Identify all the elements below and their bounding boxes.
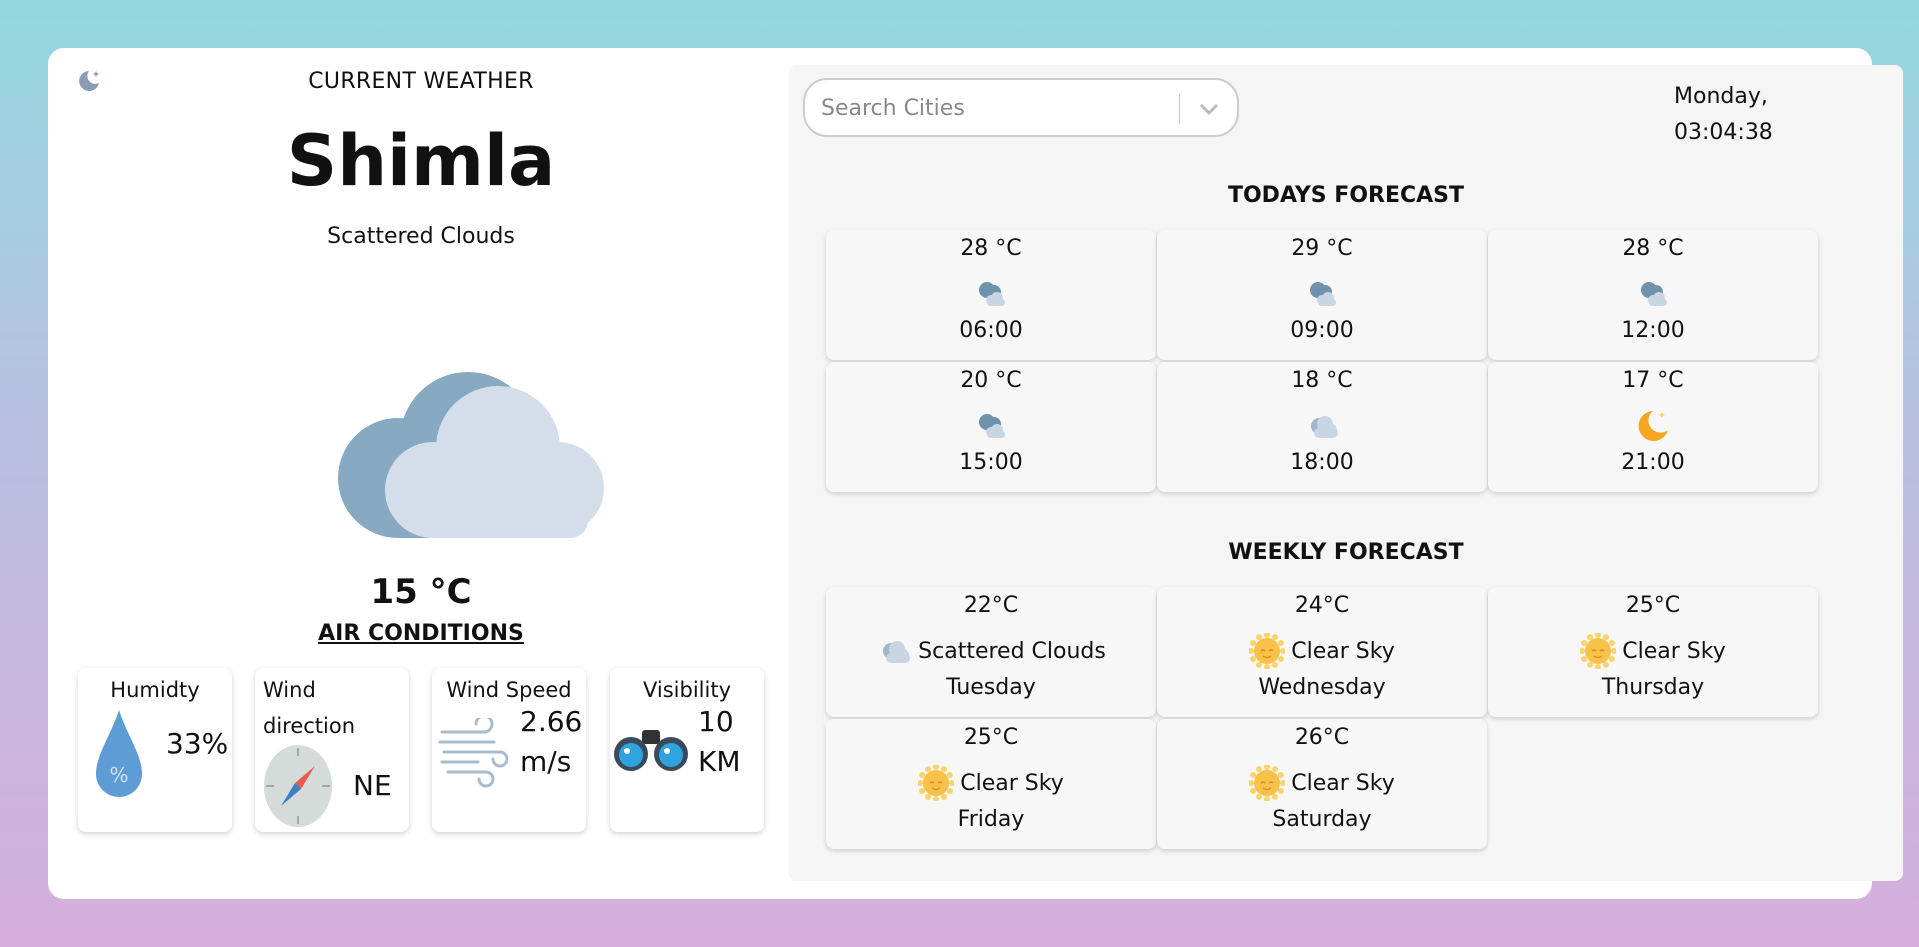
humidity-label: Humidty — [110, 678, 200, 702]
forecast-day: Thursday — [1601, 675, 1705, 700]
forecast-time: 06:00 — [959, 318, 1023, 343]
sun-icon — [1249, 765, 1286, 801]
forecast-day: Wednesday — [1258, 675, 1386, 700]
svg-text:%: % — [109, 763, 128, 787]
forecast-time: 09:00 — [1290, 318, 1354, 343]
cloud-icon — [876, 633, 912, 669]
forecast-panel: Monday, 03:04:38 TODAYS FORECAST 28 °C 06… — [789, 65, 1903, 881]
wind-direction-value: NE — [353, 769, 392, 802]
sun-icon — [1580, 633, 1617, 669]
todays-forecast-title: TODAYS FORECAST — [1227, 183, 1465, 208]
cloud-rain-icon — [1635, 276, 1671, 312]
forecast-condition: Scattered Clouds — [826, 633, 1156, 669]
current-day: Monday, — [1674, 84, 1768, 109]
cloud-rain-icon — [1304, 276, 1340, 312]
forecast-description: Clear Sky — [1291, 638, 1395, 664]
hourly-forecast-card: 28 °C 12:00 — [1488, 230, 1818, 360]
forecast-description: Clear Sky — [1622, 638, 1726, 664]
wind-direction-label-line1: Wind — [263, 678, 316, 702]
current-datetime: Monday, 03:04:38 — [1674, 79, 1773, 151]
humidity-drop-icon: % — [96, 710, 142, 798]
visibility-value: 10 — [698, 705, 734, 738]
visibility-tile: Visibility 10 KM — [610, 668, 764, 832]
forecast-temperature: 25°C — [963, 725, 1019, 750]
daily-forecast-card: 25°C Clear Sky Friday — [826, 719, 1156, 849]
forecast-condition: Clear Sky — [1157, 633, 1487, 669]
forecast-description: Clear Sky — [960, 770, 1064, 796]
forecast-condition — [826, 276, 1156, 312]
city-name: Shimla — [286, 120, 556, 202]
chevron-down-icon[interactable] — [1197, 97, 1221, 121]
daily-forecast-card: 26°C Clear Sky Saturday — [1157, 719, 1487, 849]
forecast-day: Friday — [957, 807, 1025, 832]
forecast-condition — [826, 408, 1156, 444]
cloud-rain-icon — [973, 276, 1009, 312]
forecast-day: Saturday — [1272, 807, 1372, 832]
sun-icon — [1249, 633, 1286, 669]
hourly-forecast-card: 28 °C 06:00 — [826, 230, 1156, 360]
forecast-condition — [1157, 408, 1487, 444]
cloud-icon — [328, 368, 608, 548]
moon-icon — [1635, 408, 1671, 444]
forecast-time: 21:00 — [1621, 450, 1685, 475]
hourly-forecast-card: 29 °C 09:00 — [1157, 230, 1487, 360]
forecast-condition — [1488, 276, 1818, 312]
forecast-description: Clear Sky — [1291, 770, 1395, 796]
visibility-unit: KM — [698, 745, 741, 778]
forecast-temperature: 28 °C — [960, 236, 1022, 261]
weather-card: CURRENT WEATHER Shimla Scattered Clouds … — [48, 48, 1903, 899]
wind-speed-unit: m/s — [520, 745, 572, 778]
forecast-time: 12:00 — [1621, 318, 1685, 343]
forecast-temperature: 17 °C — [1622, 368, 1684, 393]
forecast-temperature: 22°C — [963, 593, 1019, 618]
hourly-forecast-card: 17 °C 21:00 — [1488, 362, 1818, 492]
compass-icon — [263, 744, 333, 828]
forecast-temperature: 26°C — [1294, 725, 1350, 750]
forecast-temperature: 24°C — [1294, 593, 1350, 618]
hourly-forecast-card: 20 °C 15:00 — [826, 362, 1156, 492]
search-separator — [1179, 94, 1180, 124]
forecast-temperature: 25°C — [1625, 593, 1681, 618]
visibility-label: Visibility — [642, 678, 731, 702]
search-cities-select[interactable] — [803, 78, 1239, 137]
weekly-forecast-title: WEEKLY FORECAST — [1228, 540, 1464, 565]
hourly-forecast-card: 18 °C 18:00 — [1157, 362, 1487, 492]
current-weather-label: CURRENT WEATHER — [308, 69, 534, 94]
wind-direction-label-line2: direction — [263, 714, 356, 738]
current-time: 03:04:38 — [1674, 120, 1773, 145]
current-temperature: 15 °C — [370, 572, 472, 612]
daily-forecast-card: 24°C Clear Sky Wednesday — [1157, 587, 1487, 717]
humidity-value: 33% — [166, 727, 229, 760]
wind-speed-value: 2.66 — [520, 705, 583, 738]
air-conditions-title: AIR CONDITIONS — [318, 621, 524, 646]
search-input[interactable] — [821, 90, 1181, 126]
forecast-description: Scattered Clouds — [918, 638, 1106, 664]
forecast-condition: Clear Sky — [1157, 765, 1487, 801]
forecast-time: 15:00 — [959, 450, 1023, 475]
forecast-day: Tuesday — [946, 675, 1036, 700]
air-conditions-tiles: Humidty % 33% Wind direction NE Wind Spe… — [78, 668, 764, 832]
cloud-icon — [1304, 408, 1340, 444]
forecast-temperature: 18 °C — [1291, 368, 1353, 393]
current-weather-panel: CURRENT WEATHER Shimla Scattered Clouds … — [48, 48, 838, 899]
daily-forecast-card: 25°C Clear Sky Thursday — [1488, 587, 1818, 717]
wind-icon — [438, 714, 509, 788]
forecast-temperature: 28 °C — [1622, 236, 1684, 261]
forecast-temperature: 29 °C — [1291, 236, 1353, 261]
forecast-condition: Clear Sky — [826, 765, 1156, 801]
forecast-time: 18:00 — [1290, 450, 1354, 475]
humidity-tile: Humidty % 33% — [78, 668, 232, 832]
forecast-condition — [1157, 276, 1487, 312]
forecast-condition: Clear Sky — [1488, 633, 1818, 669]
cloud-rain-icon — [973, 408, 1009, 444]
daily-forecast-card: 22°C Scattered Clouds Tuesday — [826, 587, 1156, 717]
wind-direction-tile: Wind direction NE — [255, 668, 409, 832]
forecast-condition — [1488, 408, 1818, 444]
binoculars-icon — [614, 724, 688, 774]
weather-description: Scattered Clouds — [327, 224, 515, 249]
sun-icon — [918, 765, 955, 801]
forecast-temperature: 20 °C — [960, 368, 1022, 393]
wind-speed-tile: Wind Speed 2.66 m/s — [432, 668, 586, 832]
